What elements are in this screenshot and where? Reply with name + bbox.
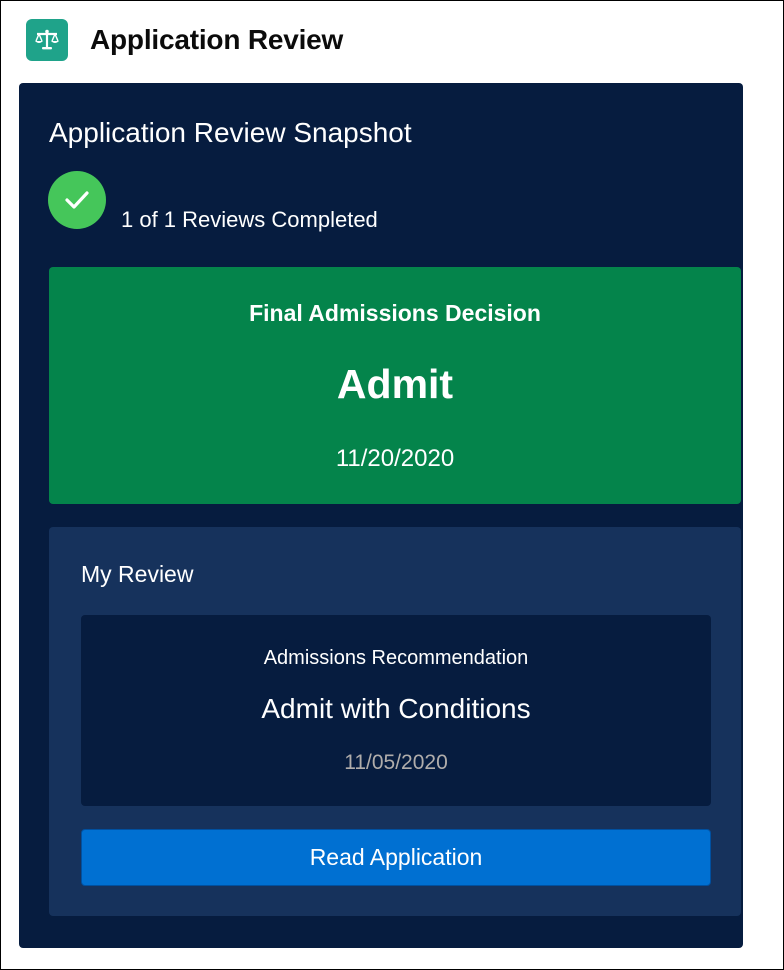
final-decision-card: Final Admissions Decision Admit 11/20/20… [49, 267, 741, 504]
application-review-card: Application Review Application Review Sn… [0, 0, 784, 970]
final-decision-label: Final Admissions Decision [249, 300, 541, 326]
page-title: Application Review [90, 24, 344, 55]
recommendation-value: Admit with Conditions [261, 693, 531, 724]
scales-icon [26, 19, 68, 61]
recommendation-label: Admissions Recommendation [263, 647, 529, 669]
read-application-button[interactable]: Read Application [81, 829, 711, 886]
reviews-completed-text: 1 of 1 Reviews Completed [121, 207, 378, 232]
final-decision-date: 11/20/2020 [335, 445, 455, 472]
my-review-section: My Review Admissions Recommendation Admi… [49, 527, 741, 916]
final-decision-value: Admit [336, 361, 454, 407]
card-header: Application Review [26, 19, 343, 61]
check-icon [48, 171, 106, 229]
my-review-title: My Review [81, 561, 194, 587]
recommendation-date: 11/05/2020 [344, 751, 448, 774]
recommendation-card: Admissions Recommendation Admit with Con… [81, 615, 711, 806]
snapshot-title: Application Review Snapshot [49, 117, 412, 148]
snapshot-panel: Application Review Snapshot 1 of 1 Revie… [19, 83, 743, 948]
